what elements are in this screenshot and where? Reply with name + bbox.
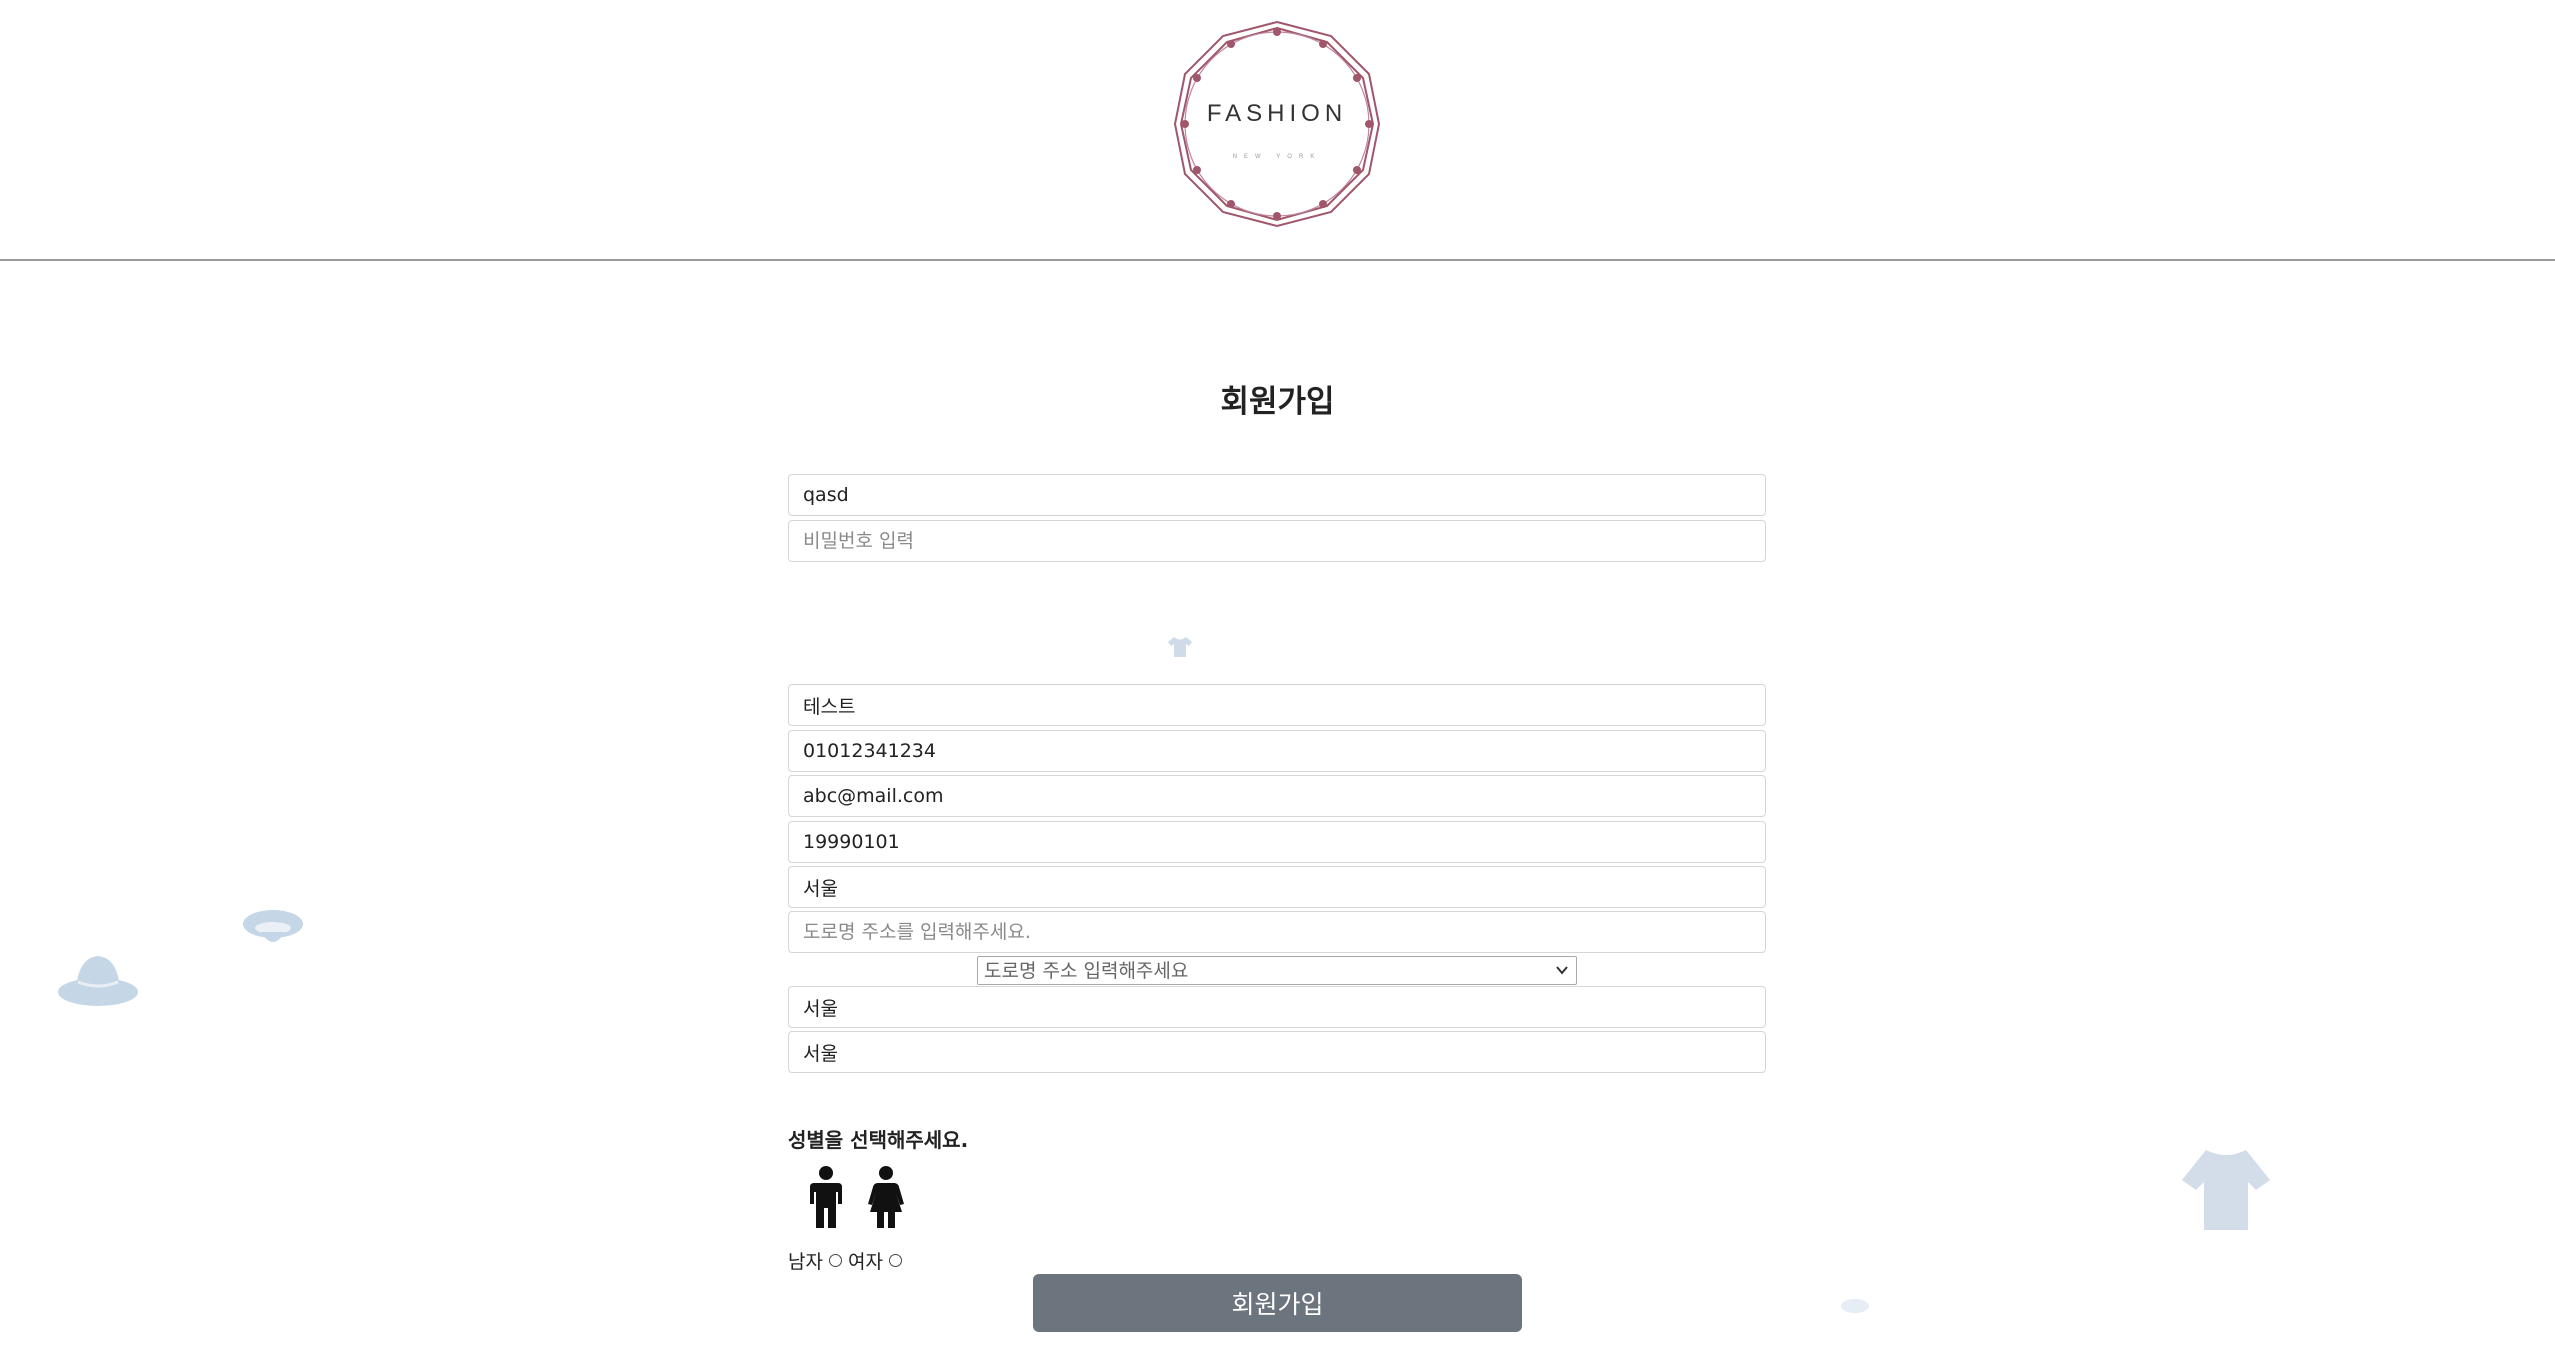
- cap-icon: [241, 906, 305, 954]
- gender-label: 성별을 선택해주세요.: [788, 1128, 969, 1152]
- email-input[interactable]: [788, 775, 1766, 817]
- road-address-select[interactable]: 도로명 주소 입력해주세요: [977, 956, 1577, 985]
- shirt-icon: [2176, 1146, 2276, 1232]
- header: FASHION NEW YORK: [0, 0, 2555, 261]
- birth-input[interactable]: [788, 821, 1766, 863]
- fashion-logo[interactable]: FASHION NEW YORK: [1171, 18, 1383, 230]
- userid-input[interactable]: [788, 474, 1766, 516]
- phone-input[interactable]: [788, 730, 1766, 772]
- page-title: 회원가입: [1220, 384, 1335, 420]
- shirt-icon: [1166, 636, 1194, 658]
- city-input[interactable]: [788, 866, 1766, 908]
- gender-female-label: 여자: [847, 1250, 883, 1273]
- road-address-input[interactable]: [788, 911, 1766, 953]
- hat-icon: [56, 946, 140, 1014]
- signup-submit-button[interactable]: 회원가입: [1033, 1274, 1522, 1332]
- signup-page: FASHION NEW YORK 회원가입 qasd 테스트 010123412…: [0, 0, 2555, 1355]
- password-input[interactable]: [788, 520, 1766, 562]
- name-input[interactable]: [788, 684, 1766, 726]
- logo-text: FASHION: [1206, 100, 1348, 127]
- gender-radio-group: 남자 여자: [788, 1248, 908, 1273]
- gender-female-radio[interactable]: [888, 1253, 902, 1267]
- address-extra-input[interactable]: [788, 1031, 1766, 1073]
- cap-icon: [1840, 1296, 1870, 1316]
- gender-male-radio[interactable]: [828, 1253, 842, 1267]
- road-address-select-wrapper: 도로명 주소 입력해주세요: [977, 956, 1577, 985]
- address-detail-input[interactable]: [788, 986, 1766, 1028]
- logo-subtext: NEW YORK: [1232, 154, 1322, 160]
- male-person-icon[interactable]: [804, 1166, 848, 1230]
- gender-male-label: 남자: [788, 1250, 823, 1273]
- female-person-icon[interactable]: [864, 1166, 908, 1230]
